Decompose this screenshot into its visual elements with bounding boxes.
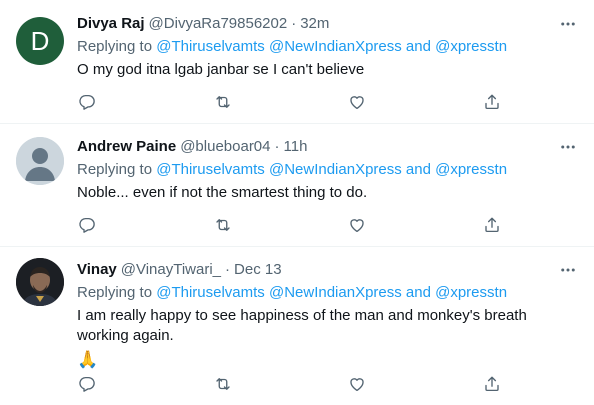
timestamp[interactable]: 32m	[300, 14, 329, 34]
tweet-content: Vinay @VinayTiwari_ · Dec 13 Replying to…	[77, 260, 578, 370]
avatar[interactable]	[16, 137, 64, 185]
separator-dot: ·	[225, 261, 231, 278]
more-horizontal-icon[interactable]	[558, 137, 578, 157]
tweet-actions	[77, 92, 517, 112]
replying-to-label: Replying to	[77, 284, 153, 301]
tweet-text: O my god itna lgab janbar se I can't bel…	[77, 61, 365, 78]
replying-to-label: Replying to	[77, 38, 153, 55]
tweet-text: Noble... even if not the smartest thing …	[77, 184, 368, 201]
tweet-actions	[77, 374, 517, 394]
reply-icon[interactable]	[77, 374, 97, 394]
share-icon[interactable]	[482, 92, 502, 112]
tweet[interactable]: Andrew Paine @blueboar04 · 11h Replying …	[0, 124, 594, 246]
profile-photo-icon	[16, 258, 64, 306]
tweet-content: Divya Raj @DivyaRa79856202 · 32m Replyin…	[77, 14, 578, 80]
replying-to: Replying to @Thiruselvamts @NewIndianXpr…	[77, 37, 578, 57]
separator-dot: ·	[291, 15, 297, 32]
user-handle[interactable]: @VinayTiwari_	[121, 260, 221, 280]
replying-to-label: Replying to	[77, 161, 153, 178]
heart-icon[interactable]	[347, 92, 367, 112]
tweet-text: I am really happy to see happiness of th…	[77, 307, 527, 344]
folded-hands-emoji: 🙏	[77, 350, 99, 369]
reply-feed: D Divya Raj @DivyaRa79856202 · 32m Reply…	[0, 0, 594, 405]
separator-dot: ·	[274, 138, 280, 155]
avatar[interactable]: D	[16, 17, 64, 65]
display-name[interactable]: Andrew Paine	[77, 137, 176, 157]
replying-to: Replying to @Thiruselvamts @NewIndianXpr…	[77, 160, 578, 180]
tweet-actions	[77, 215, 517, 235]
tweet[interactable]: D Divya Raj @DivyaRa79856202 · 32m Reply…	[0, 0, 594, 123]
retweet-icon[interactable]	[213, 215, 233, 235]
default-profile-icon	[16, 137, 64, 185]
replying-to: Replying to @Thiruselvamts @NewIndianXpr…	[77, 283, 578, 303]
more-horizontal-icon[interactable]	[558, 260, 578, 280]
tweet-header: Andrew Paine @blueboar04 · 11h	[77, 137, 578, 157]
tweet[interactable]: Vinay @VinayTiwari_ · Dec 13 Replying to…	[0, 247, 594, 405]
reply-icon[interactable]	[77, 92, 97, 112]
timestamp[interactable]: Dec 13	[234, 260, 282, 280]
display-name[interactable]: Divya Raj	[77, 14, 145, 34]
avatar-letter: D	[30, 25, 50, 56]
reply-icon[interactable]	[77, 215, 97, 235]
tweet-content: Andrew Paine @blueboar04 · 11h Replying …	[77, 137, 578, 203]
user-handle[interactable]: @blueboar04	[180, 137, 270, 157]
heart-icon[interactable]	[347, 215, 367, 235]
more-horizontal-icon[interactable]	[558, 14, 578, 34]
heart-icon[interactable]	[347, 374, 367, 394]
reply-mentions[interactable]: @Thiruselvamts @NewIndianXpress and @xpr…	[156, 284, 507, 301]
retweet-icon[interactable]	[213, 374, 233, 394]
tweet-header: Divya Raj @DivyaRa79856202 · 32m	[77, 14, 578, 34]
reply-mentions[interactable]: @Thiruselvamts @NewIndianXpress and @xpr…	[156, 161, 507, 178]
share-icon[interactable]	[482, 374, 502, 394]
share-icon[interactable]	[482, 215, 502, 235]
user-handle[interactable]: @DivyaRa79856202	[149, 14, 288, 34]
retweet-icon[interactable]	[213, 92, 233, 112]
avatar[interactable]	[16, 258, 64, 306]
display-name[interactable]: Vinay	[77, 260, 117, 280]
reply-mentions[interactable]: @Thiruselvamts @NewIndianXpress and @xpr…	[156, 38, 507, 55]
timestamp[interactable]: 11h	[284, 137, 308, 157]
tweet-header: Vinay @VinayTiwari_ · Dec 13	[77, 260, 578, 280]
